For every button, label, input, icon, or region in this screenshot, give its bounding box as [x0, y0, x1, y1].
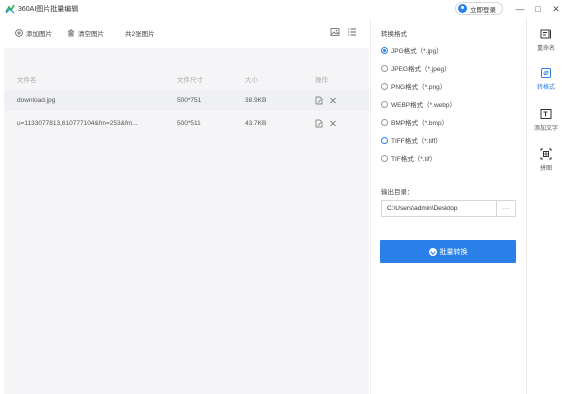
format-option-label: PNG格式（*.png） — [391, 84, 447, 91]
minimize-button[interactable]: — — [514, 3, 526, 15]
plus-circle-icon — [15, 29, 23, 37]
remove-icon[interactable] — [329, 96, 337, 105]
add-image-button[interactable]: 添加图片 — [15, 28, 52, 38]
image-count: 共2张图片 — [125, 31, 155, 38]
format-option-label: JPG格式（*.jpg） — [391, 48, 443, 55]
radio-icon — [381, 100, 388, 108]
output-dir-label: 输出目录： — [381, 189, 414, 196]
convert-icon — [428, 247, 437, 256]
list-view-icon[interactable] — [347, 27, 357, 37]
add-text-icon — [540, 109, 552, 119]
file-dimensions: 500*511 — [177, 120, 201, 127]
file-size: 38.9KB — [245, 97, 267, 104]
column-header-name: 文件名 — [17, 77, 37, 84]
edit-icon[interactable] — [315, 119, 323, 128]
convert-settings-panel: 转换格式 JPG格式（*.jpg） JPEG格式（*.jpeg） PNG格式（*… — [370, 18, 525, 394]
title-bar: 360AI图片批量编辑 立即登录 — □ ✕ — [0, 0, 564, 18]
browse-folder-button[interactable]: ··· — [497, 200, 516, 217]
file-list-panel: 添加图片 清空图片 共2张图片 文件名 文件尺寸 大小 操作 download.… — [4, 18, 369, 394]
output-path-input[interactable]: C:\Users\admin\Desktop — [381, 200, 497, 217]
sidebar-item-add-text[interactable]: 添加文字 — [527, 108, 564, 132]
file-name: u=1133077813,610777104&fm=253&fm... — [17, 120, 138, 127]
clear-images-button[interactable]: 清空图片 — [67, 28, 104, 38]
radio-icon — [381, 136, 388, 144]
format-option-tif[interactable]: TIF格式（*.tif） — [381, 153, 436, 163]
sidebar-item-label: 添加文字 — [533, 126, 558, 132]
app-title: 360AI图片批量编辑 — [18, 6, 79, 13]
sidebar-item-rename[interactable]: 重命名 — [527, 28, 564, 52]
user-avatar-icon — [458, 4, 467, 13]
table-header: 文件名 文件尺寸 大小 操作 — [4, 70, 369, 88]
column-header-filesize: 大小 — [245, 77, 258, 84]
edit-icon[interactable] — [315, 96, 323, 105]
remove-icon[interactable] — [329, 119, 337, 128]
format-option-label: JPEG格式（*.jpeg） — [391, 66, 451, 73]
add-image-label: 添加图片 — [26, 31, 52, 38]
format-option-png[interactable]: PNG格式（*.png） — [381, 81, 446, 91]
sidebar-item-label: 转格式 — [536, 85, 555, 91]
login-label: 立即登录 — [470, 6, 496, 14]
maximize-button[interactable]: □ — [532, 3, 544, 15]
radio-icon — [381, 118, 388, 126]
sidebar-item-collage[interactable]: 拼图 — [527, 148, 564, 172]
radio-icon — [381, 154, 388, 162]
format-option-jpg[interactable]: JPG格式（*.jpg） — [381, 45, 443, 55]
radio-icon — [381, 82, 388, 90]
clear-images-label: 清空图片 — [78, 31, 104, 38]
batch-convert-button[interactable]: 批量转换 — [380, 240, 516, 263]
format-section-title: 转换格式 — [381, 31, 407, 38]
format-option-webp[interactable]: WEBP格式（*.webp） — [381, 99, 456, 109]
file-toolbar: 添加图片 清空图片 共2张图片 — [4, 18, 369, 48]
rename-icon — [540, 29, 551, 39]
column-header-dimensions: 文件尺寸 — [177, 77, 203, 84]
login-button[interactable]: 立即登录 — [455, 2, 503, 15]
table-row[interactable]: u=1133077813,610777104&fm=253&fm... 500*… — [4, 113, 369, 135]
format-option-label: TIF格式（*.tif） — [391, 156, 437, 163]
radio-checked-icon — [381, 46, 388, 54]
sidebar-item-convert[interactable]: 转格式 — [527, 67, 564, 91]
file-size: 43.7KB — [245, 120, 267, 127]
close-button[interactable]: ✕ — [550, 3, 562, 15]
table-row[interactable]: download.jpg 500*751 38.9KB — [4, 90, 369, 112]
format-option-label: BMP格式（*.bmp） — [391, 120, 449, 127]
file-dimensions: 500*751 — [177, 97, 202, 104]
convert-format-icon — [541, 68, 551, 78]
radio-icon — [381, 64, 388, 72]
format-option-bmp[interactable]: BMP格式（*.bmp） — [381, 117, 448, 127]
format-option-label: WEBP格式（*.webp） — [391, 102, 457, 109]
batch-convert-label: 批量转换 — [439, 248, 468, 256]
column-header-actions: 操作 — [315, 77, 328, 84]
sidebar-item-label: 拼图 — [539, 166, 552, 172]
collage-icon — [540, 148, 552, 160]
sidebar-item-label: 重命名 — [536, 46, 555, 52]
tool-sidebar: 重命名 转格式 添加文字 拼图 — [526, 18, 564, 394]
format-option-tiff[interactable]: TIFF格式（*.tiff） — [381, 135, 442, 145]
app-logo-icon — [5, 4, 15, 14]
file-name: download.jpg — [17, 97, 56, 104]
thumbnail-view-icon[interactable] — [330, 27, 340, 37]
trash-icon — [68, 29, 74, 37]
format-option-label: TIFF格式（*.tiff） — [391, 138, 442, 145]
format-option-jpeg[interactable]: JPEG格式（*.jpeg） — [381, 63, 451, 73]
